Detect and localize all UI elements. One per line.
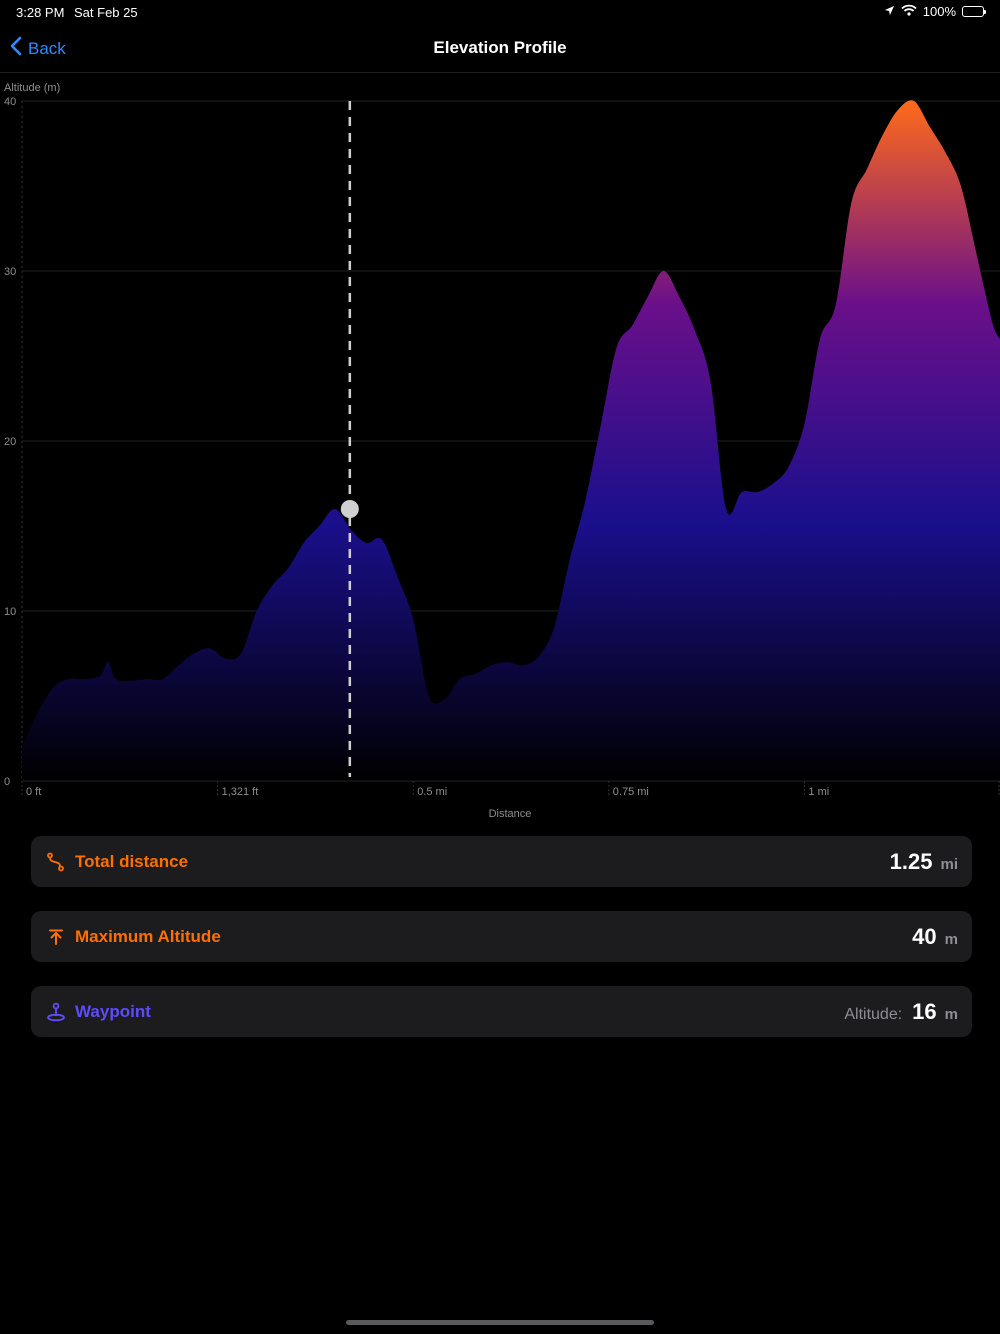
status-bar: 3:28 PM Sat Feb 25 100% — [0, 0, 1000, 24]
wifi-icon — [901, 4, 917, 19]
maximum-altitude-value: 40 — [912, 923, 937, 949]
home-indicator[interactable] — [346, 1320, 654, 1325]
total-distance-unit: mi — [940, 855, 958, 873]
elevation-chart-svg[interactable]: Altitude (m) 0 10 20 30 40 0 ft 1,321 ft 0.5 m… — [0, 78, 1000, 823]
status-indicators: 100% — [884, 4, 986, 19]
x-tick-label: 0.5 mi — [417, 786, 447, 798]
arrow-up-to-line-icon — [45, 926, 67, 948]
status-date: Sat Feb 25 — [74, 5, 138, 20]
maximum-altitude-card: Maximum Altitude 40 m — [31, 911, 972, 962]
waypoint-readout: Altitude: 16 m — [844, 999, 958, 1025]
y-tick-label: 20 — [4, 436, 16, 448]
location-arrow-icon — [884, 4, 895, 19]
x-tick-label: 0.75 mi — [613, 786, 649, 798]
route-icon — [45, 851, 67, 873]
maximum-altitude-label: Maximum Altitude — [75, 926, 221, 946]
y-tick-label: 40 — [4, 96, 16, 108]
waypoint-label: Waypoint — [75, 1001, 151, 1021]
battery-icon — [962, 6, 986, 17]
elevation-chart[interactable]: Altitude (m) 0 10 20 30 40 0 ft 1,321 ft 0.5 m… — [0, 78, 1000, 823]
waypoint-altitude-unit: m — [944, 1005, 958, 1023]
total-distance-label: Total distance — [75, 851, 189, 871]
y-tick-label: 30 — [4, 266, 16, 278]
x-tick-label: 0 ft — [26, 786, 41, 798]
waypoint-pin-icon — [45, 1001, 67, 1023]
navigation-bar: Back Elevation Profile — [0, 24, 1000, 73]
total-distance-readout: 1.25 mi — [890, 849, 958, 875]
x-tick-label: 1 mi — [808, 786, 829, 798]
battery-percent: 100% — [922, 4, 956, 19]
waypoint-card: Waypoint Altitude: 16 m — [31, 986, 972, 1037]
total-distance-value: 1.25 — [889, 848, 933, 874]
waypoint-altitude-value: 16 — [912, 998, 937, 1024]
x-tick-label: 1,321 ft — [222, 786, 259, 798]
maximum-altitude-readout: 40 m — [912, 924, 958, 950]
y-axis-label: Altitude (m) — [4, 82, 60, 94]
y-tick-label: 0 — [4, 776, 10, 788]
y-tick-label: 10 — [4, 606, 16, 618]
maximum-altitude-unit: m — [944, 930, 958, 948]
page-title: Elevation Profile — [433, 38, 567, 57]
status-time: 3:28 PM — [16, 5, 65, 20]
waypoint-altitude-prefix: Altitude: — [844, 1005, 903, 1023]
total-distance-card: Total distance 1.25 mi — [31, 836, 972, 887]
x-axis-label: Distance — [489, 808, 532, 820]
waypoint-marker[interactable] — [340, 500, 359, 518]
